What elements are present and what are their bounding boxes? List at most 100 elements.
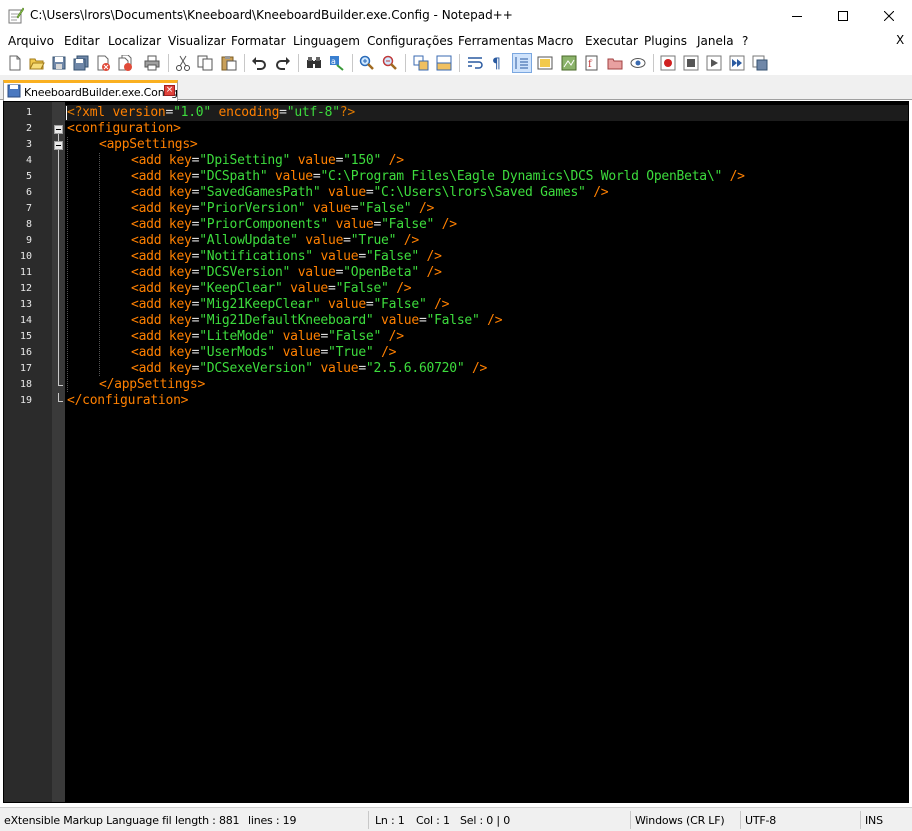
- paste-icon[interactable]: [220, 54, 238, 72]
- menu-linguagem[interactable]: Linguagem: [293, 34, 360, 48]
- menu-janela[interactable]: Janela: [697, 34, 734, 48]
- code-line[interactable]: <?xml version="1.0" encoding="utf-8"?>: [65, 105, 908, 121]
- print-icon[interactable]: [143, 54, 161, 72]
- redo-icon[interactable]: [274, 54, 292, 72]
- code-line[interactable]: <add key="Mig21KeepClear" value="False" …: [65, 297, 908, 313]
- code-line[interactable]: <add key="LiteMode" value="False" />: [65, 329, 908, 345]
- code-token-str: "C:\Users\lrors\Saved Games": [373, 185, 586, 200]
- sync-vertical-icon[interactable]: [412, 54, 430, 72]
- code-line[interactable]: <add key="PriorVersion" value="False" />: [65, 201, 908, 217]
- fold-toggle-icon[interactable]: [54, 141, 63, 150]
- code-token-str: "DCSpath": [199, 169, 268, 184]
- maximize-icon: [838, 10, 848, 21]
- indent-guide: [99, 297, 100, 313]
- menu-localizar[interactable]: Localizar: [108, 34, 161, 48]
- menu-arquivo[interactable]: Arquivo: [8, 34, 54, 48]
- code-line[interactable]: <add key="SavedGamesPath" value="C:\User…: [65, 185, 908, 201]
- show-all-characters-icon[interactable]: ¶: [489, 54, 507, 72]
- run-macro-multiple-icon[interactable]: [728, 54, 746, 72]
- code-line[interactable]: <add key="Mig21DefaultKneeboard" value="…: [65, 313, 908, 329]
- status-encoding[interactable]: UTF-8: [745, 814, 776, 827]
- code-line[interactable]: <add key="Notifications" value="False" /…: [65, 249, 908, 265]
- code-line[interactable]: <add key="UserMods" value="True" />: [65, 345, 908, 361]
- code-line[interactable]: </configuration>: [65, 393, 908, 409]
- zoom-in-icon[interactable]: [358, 54, 376, 72]
- find-icon[interactable]: [305, 54, 323, 72]
- code-token-str: "SavedGamesPath": [199, 185, 321, 200]
- close-window-button[interactable]: [866, 0, 912, 31]
- open-file-icon[interactable]: [28, 54, 46, 72]
- code-token-tag: <add: [131, 265, 169, 280]
- fold-line: [58, 361, 59, 377]
- fold-margin[interactable]: [52, 102, 65, 802]
- record-macro-icon[interactable]: [659, 54, 677, 72]
- menu-editar[interactable]: Editar: [64, 34, 100, 48]
- code-token-tag: />: [396, 233, 419, 248]
- line-number-margin: 1 2 3 4 5 6 7 8 9 10 11 12 13 14 15 16 17 18 19: [4, 102, 52, 802]
- save-icon[interactable]: [50, 54, 68, 72]
- menu-formatar[interactable]: Formatar: [231, 34, 286, 48]
- code-line[interactable]: <add key="DCSpath" value="C:\Program Fil…: [65, 169, 908, 185]
- cut-icon[interactable]: [174, 54, 192, 72]
- code-text: <add key="PriorComponents" value="False"…: [131, 217, 457, 233]
- code-line[interactable]: </appSettings>: [65, 377, 908, 393]
- menu-configuracoes[interactable]: Configurações: [367, 34, 453, 48]
- menu-visualizar[interactable]: Visualizar: [168, 34, 226, 48]
- close-icon[interactable]: [94, 54, 112, 72]
- undo-icon[interactable]: [250, 54, 268, 72]
- code-line[interactable]: <add key="AllowUpdate" value="True" />: [65, 233, 908, 249]
- monitoring-icon[interactable]: [629, 54, 647, 72]
- menu-plugins[interactable]: Plugins: [644, 34, 687, 48]
- editor-pane[interactable]: 1 2 3 4 5 6 7 8 9 10 11 12 13 14 15 16 17 18 19 <?xml vers…: [3, 101, 909, 803]
- code-line[interactable]: <add key="DpiSetting" value="150" />: [65, 153, 908, 169]
- zoom-out-icon[interactable]: [381, 54, 399, 72]
- folder-workspace-icon[interactable]: [606, 54, 624, 72]
- code-token-tag: />: [381, 153, 404, 168]
- tab-kneeboardbuilder-config[interactable]: KneeboardBuilder.exe.Config ×: [3, 80, 178, 101]
- word-wrap-icon[interactable]: [466, 54, 484, 72]
- maximize-button[interactable]: [820, 0, 866, 31]
- sync-horizontal-icon[interactable]: [435, 54, 453, 72]
- stop-recording-icon[interactable]: [682, 54, 700, 72]
- code-token-tag: <appSettings>: [99, 137, 198, 152]
- menu-executar[interactable]: Executar: [585, 34, 638, 48]
- svg-text:¶: ¶: [492, 56, 501, 71]
- tab-close-icon[interactable]: ×: [164, 85, 175, 96]
- code-line[interactable]: <add key="KeepClear" value="False" />: [65, 281, 908, 297]
- play-macro-icon[interactable]: [705, 54, 723, 72]
- document-map-icon[interactable]: [560, 54, 578, 72]
- fold-line: [58, 313, 59, 329]
- code-text: <add key="KeepClear" value="False" />: [131, 281, 412, 297]
- indent-guide: [67, 329, 68, 345]
- replace-icon[interactable]: a: [328, 54, 346, 72]
- indent-guide-icon[interactable]: [512, 53, 532, 73]
- code-token-tag: />: [426, 297, 450, 312]
- save-all-icon[interactable]: [72, 54, 90, 72]
- save-macro-icon[interactable]: [751, 54, 769, 72]
- code-area[interactable]: <?xml version="1.0" encoding="utf-8"?> <c…: [65, 102, 908, 802]
- code-line[interactable]: <add key="PriorComponents" value="False"…: [65, 217, 908, 233]
- copy-icon[interactable]: [196, 54, 214, 72]
- code-line[interactable]: <appSettings>: [65, 137, 908, 153]
- fold-line: [58, 185, 59, 201]
- close-document-button[interactable]: X: [896, 33, 904, 47]
- close-all-icon[interactable]: [116, 54, 134, 72]
- fold-toggle-icon[interactable]: [54, 125, 63, 134]
- status-eol[interactable]: Windows (CR LF): [635, 814, 725, 827]
- menu-macro[interactable]: Macro: [537, 34, 573, 48]
- indent-guide: [67, 233, 68, 249]
- user-language-icon[interactable]: [536, 54, 554, 72]
- code-line[interactable]: <configuration>: [65, 121, 908, 137]
- new-file-icon[interactable]: [6, 54, 24, 72]
- status-insert-mode[interactable]: INS: [865, 814, 883, 827]
- menu-ferramentas[interactable]: Ferramentas: [458, 34, 534, 48]
- code-line[interactable]: <add key="DCSVersion" value="OpenBeta" /…: [65, 265, 908, 281]
- code-token-str: "Notifications": [199, 249, 313, 264]
- menu-help[interactable]: ?: [742, 34, 748, 48]
- function-list-icon[interactable]: f: [583, 54, 601, 72]
- code-token-tag: </appSettings>: [99, 377, 206, 392]
- minimize-button[interactable]: [774, 0, 820, 31]
- code-line[interactable]: <add key="DCSexeVersion" value="2.5.6.60…: [65, 361, 908, 377]
- code-token-tag: />: [373, 345, 397, 360]
- code-token-str: "KeepClear": [199, 281, 283, 296]
